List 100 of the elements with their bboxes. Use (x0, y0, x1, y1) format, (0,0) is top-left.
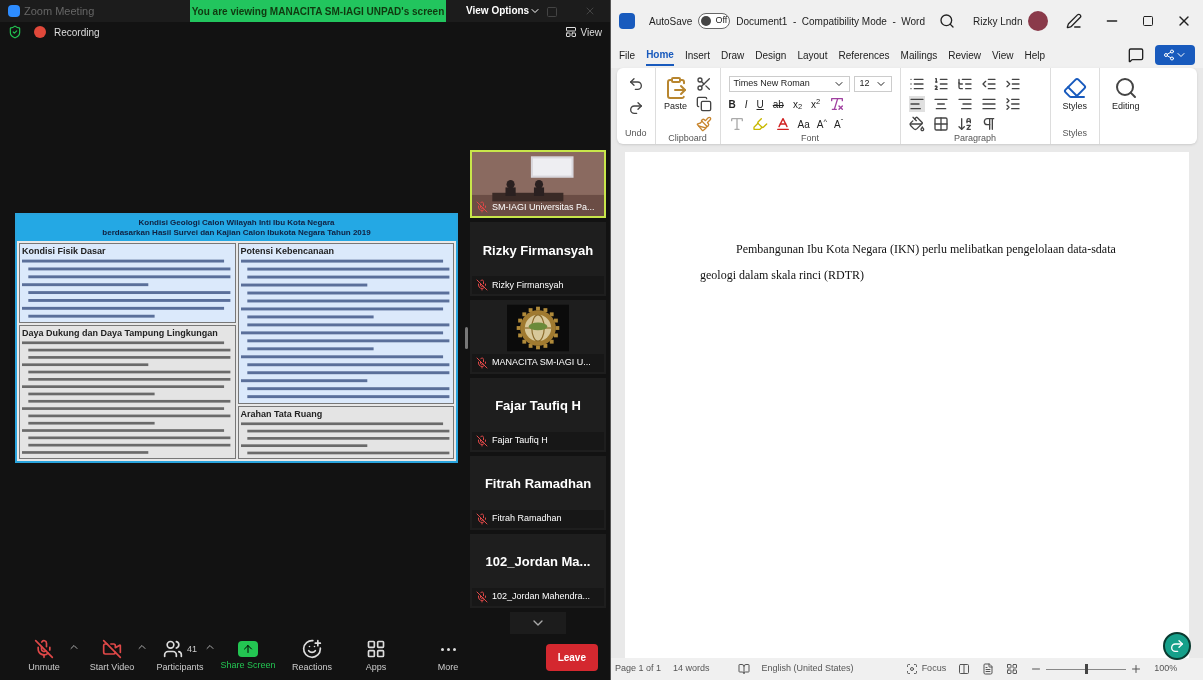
ribbon-tab[interactable]: Draw (720, 44, 745, 66)
zoom-percent[interactable]: 100% (1154, 662, 1178, 676)
increase-indent-icon[interactable] (1004, 76, 1021, 92)
ribbon-tab[interactable]: Insert (684, 44, 710, 66)
clear-formatting-icon[interactable] (829, 96, 846, 112)
font-size-field[interactable]: 12 (854, 76, 892, 92)
participant-tile[interactable]: MANACITA SM-IAGI U... (470, 300, 606, 375)
group-label: Styles (1062, 126, 1088, 140)
participant-name: Rizky Firmansyah (482, 241, 594, 260)
splitter-handle[interactable] (465, 327, 468, 349)
format-button[interactable]: I (744, 96, 748, 112)
toolbar-button[interactable]: Reactions (280, 639, 344, 675)
justify-icon[interactable] (980, 96, 997, 112)
toolbar-button[interactable]: More (416, 639, 480, 675)
view-button[interactable]: View (564, 24, 602, 40)
cut-icon[interactable] (695, 76, 712, 92)
group-label: Clipboard (668, 132, 707, 145)
maximize-icon[interactable] (1142, 15, 1155, 27)
zoom-in-icon[interactable] (1130, 663, 1143, 675)
ribbon-tab[interactable]: Layout (797, 44, 828, 66)
participant-label: Rizky Firmansyah (492, 278, 564, 292)
ribbon-tab[interactable]: References (838, 44, 890, 66)
share-button[interactable] (1155, 45, 1195, 65)
zoom-logo-icon (8, 5, 20, 17)
align-right-icon[interactable] (956, 96, 973, 112)
window-title: Zoom Meeting (24, 3, 95, 19)
participant-name: 102_Jordan Ma... (485, 553, 591, 572)
line-spacing-icon[interactable] (1004, 96, 1021, 112)
autosave-label: AutoSave (649, 14, 693, 29)
align-center-icon[interactable] (932, 96, 949, 112)
change-case-button[interactable]: Aa (797, 116, 810, 132)
font-name-field[interactable]: Times New Roman (728, 76, 851, 92)
microphone-muted-icon (476, 590, 488, 603)
toolbar-button[interactable]: 41 Participants (148, 639, 212, 675)
comments-icon[interactable] (1128, 47, 1144, 63)
decrease-indent-icon[interactable] (980, 76, 997, 92)
copy-icon[interactable] (695, 96, 712, 112)
ribbon-tab[interactable]: View (992, 44, 1014, 66)
font-size-step-button[interactable]: A$^{^}$ (816, 116, 827, 132)
ribbon-tab[interactable]: Help (1024, 44, 1046, 66)
font-color-icon[interactable] (774, 116, 791, 132)
participant-label: MANACITA SM-IAGI U... (492, 356, 591, 370)
search-icon[interactable] (939, 13, 955, 29)
participant-tile[interactable]: 102_Jordan Ma... 102_Jordan Mahendra... (470, 534, 606, 608)
borders-icon[interactable] (932, 116, 949, 132)
layout-icon (564, 26, 577, 38)
font-size-step-button[interactable]: A$^{ˇ}$ (833, 116, 844, 132)
bullets-icon[interactable] (908, 76, 925, 92)
language-label[interactable]: English (United States) (761, 662, 854, 676)
ribbon-tab[interactable]: Mailings (900, 44, 938, 66)
ribbon-tab[interactable]: File (619, 44, 636, 66)
participant-tile[interactable]: Rizky Firmansyah Rizky Firmansyah (470, 222, 606, 297)
document-paragraph: Pembangunan Ibu Kota Negara (IKN) perlu melibatkan pengelolaan data-sdata geologi dalam skala rinci (RDTR) (700, 241, 1117, 284)
microphone-muted-icon (476, 357, 488, 370)
format-button[interactable]: x$^{2}$ (811, 96, 821, 112)
multilevel-list-icon[interactable] (956, 76, 973, 92)
redo-icon[interactable] (627, 100, 644, 116)
participant-tile[interactable]: Fajar Taufiq H Fajar Taufiq H (470, 378, 606, 453)
styles-button[interactable]: Styles (1062, 68, 1088, 127)
microphone-muted-icon (476, 513, 488, 525)
format-button[interactable]: ab (772, 96, 784, 112)
ribbon-tab[interactable]: Design (755, 44, 787, 66)
format-button[interactable]: U (756, 96, 764, 112)
ribbon-tab[interactable]: Review (948, 44, 982, 66)
shading-icon[interactable] (908, 116, 925, 132)
format-button[interactable]: B (728, 96, 736, 112)
toolbar-button[interactable]: Start Video (80, 639, 144, 675)
slide-title: Kondisi Geologi Calon Wilayah Inti Ibu Kota Negara (138, 218, 335, 228)
pen-icon[interactable] (1066, 13, 1083, 29)
participant-tile[interactable]: Fitrah Ramadhan Fitrah Ramadhan (470, 456, 606, 530)
participant-tile[interactable]: SM-IAGI Universitas Pa... (470, 150, 606, 219)
word-count[interactable]: 14 words (673, 662, 710, 676)
participant-label: Fajar Taufiq H (492, 434, 548, 448)
align-left-icon[interactable] (908, 96, 925, 112)
leave-button[interactable]: Leave (545, 643, 598, 671)
toolbar-button[interactable]: Share Screen (216, 641, 280, 673)
print-layout-icon[interactable] (982, 663, 995, 675)
focus-button[interactable]: Focus (905, 662, 947, 676)
web-layout-icon[interactable] (1006, 663, 1019, 675)
sort-icon[interactable] (956, 116, 973, 132)
numbering-icon[interactable] (932, 76, 949, 92)
zoom-slider-thumb[interactable] (1085, 663, 1089, 674)
editing-button[interactable]: Editing (1112, 68, 1140, 114)
document-page[interactable]: Pembangunan Ibu Kota Negara (IKN) perlu melibatkan pengelolaan data-sdata geologi dalam skala rinci (RDTR) (625, 152, 1189, 658)
ribbon-tab[interactable]: Home (646, 44, 674, 66)
page-count[interactable]: Page 1 of 1 (615, 662, 662, 676)
proofing-icon[interactable] (737, 663, 750, 675)
microphone-muted-icon (34, 639, 54, 660)
undo-icon[interactable] (627, 76, 644, 92)
view-options-button[interactable]: View Options (466, 3, 542, 18)
security-shield-icon (8, 25, 22, 39)
read-mode-icon[interactable] (958, 663, 971, 675)
avatar[interactable] (1028, 11, 1049, 31)
paste-button[interactable]: Paste (663, 76, 688, 132)
toolbar-button[interactable]: Unmute (12, 639, 76, 675)
autosave-toggle[interactable]: Off (698, 13, 731, 29)
toolbar-button[interactable]: Apps (344, 639, 408, 675)
group-label: Undo (625, 126, 647, 140)
microphone-muted-icon (476, 435, 488, 448)
format-button[interactable]: x$_{2}$ (792, 96, 803, 112)
